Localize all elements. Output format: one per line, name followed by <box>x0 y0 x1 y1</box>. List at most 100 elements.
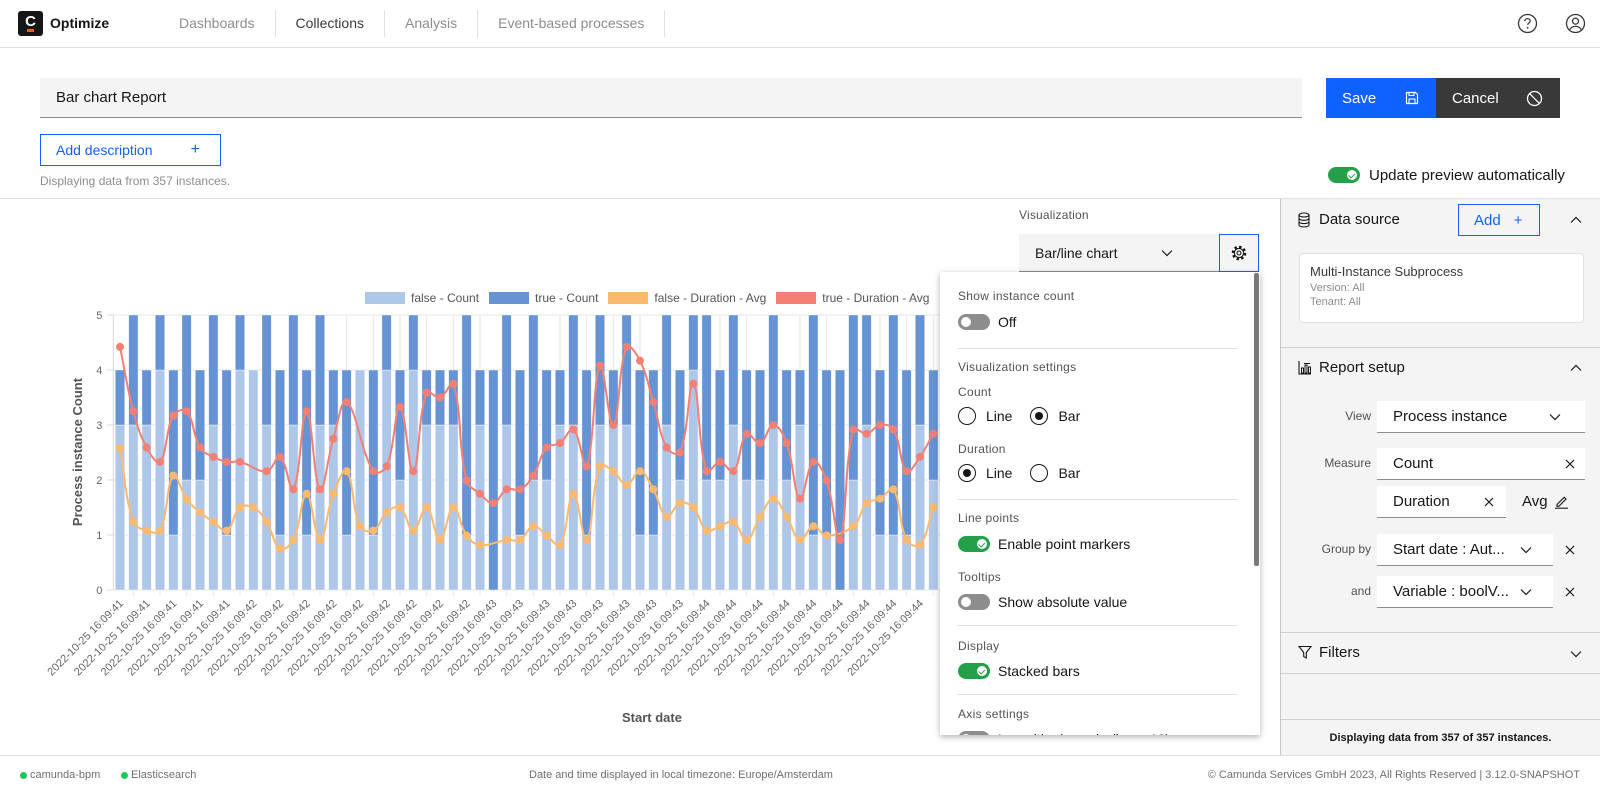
stacked-bars-row: Stacked bars <box>958 661 1080 681</box>
point-false-duration-avg <box>729 517 738 526</box>
y-tick-label: 1 <box>96 530 102 542</box>
add-description-label: Add description <box>56 142 153 158</box>
save-button[interactable]: Save <box>1326 78 1436 118</box>
visualization-dropdown[interactable]: Bar/line chart <box>1019 234 1219 272</box>
measure-duration-field[interactable]: Duration <box>1377 486 1506 518</box>
bar-false-count <box>728 424 739 591</box>
nav-event-based-processes[interactable]: Event-based processes <box>478 10 666 37</box>
bar-false-count <box>781 479 792 591</box>
point-true-duration-avg <box>929 429 938 438</box>
nav-dashboards[interactable]: Dashboards <box>144 10 276 37</box>
duration-type-label: Duration <box>958 439 1006 459</box>
duration-line-option[interactable]: Line <box>958 464 1012 482</box>
legend-item-false-count[interactable]: false - Count <box>365 291 479 305</box>
point-true-duration-avg <box>649 397 658 406</box>
measure-count-field[interactable]: Count <box>1377 448 1585 480</box>
add-description-button[interactable]: Add description + <box>40 134 221 166</box>
app-name[interactable]: Optimize <box>50 0 109 47</box>
camunda-logo[interactable]: C <box>18 11 43 36</box>
point-true-duration-avg <box>795 494 804 503</box>
bar-true-count <box>861 314 872 426</box>
chevron-down-icon[interactable] <box>1570 650 1582 658</box>
duration-bar-radio[interactable] <box>1030 464 1049 482</box>
legend-swatch <box>608 292 649 304</box>
bar-true-count <box>661 314 672 426</box>
bar-true-count <box>381 314 392 371</box>
remove-second-group-by-icon[interactable] <box>1565 587 1575 597</box>
report-title-input[interactable] <box>40 78 1302 118</box>
top-navigation-bar: C Optimize Dashboards Collections Analys… <box>0 0 1600 48</box>
database-icon <box>1298 212 1310 228</box>
help-icon[interactable] <box>1517 13 1538 34</box>
bar-true-count <box>808 314 819 536</box>
count-line-radio[interactable] <box>958 407 976 425</box>
process-tenant: Tenant: All <box>1310 296 1361 308</box>
bar-true-count <box>541 369 552 481</box>
field-label: Count <box>958 385 992 399</box>
point-false-duration-avg <box>142 526 151 535</box>
point-false-duration-avg <box>902 535 911 544</box>
log-scale-toggle[interactable] <box>958 731 990 735</box>
point-false-duration-avg <box>675 499 684 508</box>
user-icon[interactable] <box>1565 13 1586 34</box>
point-false-duration-avg <box>889 485 898 494</box>
nav-analysis[interactable]: Analysis <box>385 10 479 37</box>
chevron-down-icon <box>1520 546 1532 554</box>
group-by-select[interactable]: Start date : Aut... <box>1377 534 1553 566</box>
absolute-value-toggle[interactable] <box>958 594 990 610</box>
point-true-duration-avg <box>195 443 204 452</box>
point-false-duration-avg <box>582 535 591 544</box>
point-false-duration-avg <box>475 540 484 549</box>
remove-group-by-icon[interactable] <box>1565 545 1575 555</box>
chevron-up-icon[interactable] <box>1570 364 1582 372</box>
legend-item-true-duration-avg[interactable]: true - Duration - Avg <box>776 291 929 305</box>
point-true-duration-avg <box>822 476 831 485</box>
bar-false-count <box>261 424 272 591</box>
bar-true-count <box>141 369 152 426</box>
point-true-duration-avg <box>449 379 458 388</box>
bar-false-count <box>368 534 379 591</box>
remove-count-icon[interactable] <box>1565 459 1575 469</box>
cancel-button[interactable]: Cancel <box>1436 78 1560 118</box>
point-true-duration-avg <box>769 421 778 429</box>
popover-scrollbar[interactable] <box>1254 273 1259 566</box>
divider <box>958 499 1237 500</box>
point-false-duration-avg <box>875 494 884 503</box>
measure-label: Measure <box>1324 456 1371 470</box>
visualization-settings-button[interactable] <box>1219 234 1259 272</box>
filters-header[interactable]: Filters <box>1281 638 1600 668</box>
update-preview-toggle[interactable] <box>1328 167 1360 183</box>
remove-duration-icon[interactable] <box>1484 497 1494 507</box>
show-instance-count-toggle[interactable] <box>958 314 990 330</box>
duration-line-radio[interactable] <box>958 464 976 482</box>
point-false-duration-avg <box>155 526 164 535</box>
data-source-card[interactable]: Multi-Instance Subprocess Version: All T… <box>1299 253 1584 323</box>
stacked-bars-toggle[interactable] <box>958 663 990 679</box>
x-axis-title: Start date <box>622 710 682 725</box>
edit-aggregation-icon[interactable] <box>1554 494 1569 509</box>
view-select[interactable]: Process instance <box>1377 401 1585 433</box>
timezone-info: Date and time displayed in local timezon… <box>529 769 833 781</box>
bar-true-count <box>875 369 885 536</box>
divider <box>1281 632 1600 633</box>
update-preview-label: Update preview automatically <box>1369 166 1565 184</box>
bar-false-count <box>875 534 885 591</box>
bar-false-count <box>621 424 632 591</box>
point-false-duration-avg <box>315 535 324 544</box>
add-data-source-button[interactable]: Add + <box>1458 204 1540 236</box>
count-bar-option[interactable]: Bar <box>1030 407 1080 425</box>
legend-item-false-duration-avg[interactable]: false - Duration - Avg <box>608 291 766 305</box>
chevron-down-icon <box>1161 249 1173 257</box>
legend-item-true-count[interactable]: true - Count <box>489 291 598 305</box>
duration-bar-option[interactable]: Bar <box>1030 464 1080 482</box>
count-line-option[interactable]: Line <box>958 407 1012 425</box>
count-bar-radio[interactable] <box>1030 407 1049 425</box>
second-group-by-select[interactable]: Variable : boolV... <box>1377 576 1553 608</box>
point-false-duration-avg <box>929 503 938 512</box>
chevron-up-icon[interactable] <box>1570 216 1582 224</box>
nav-collections[interactable]: Collections <box>276 10 385 37</box>
section-label: Line points <box>958 511 1020 525</box>
point-markers-toggle[interactable] <box>958 536 990 552</box>
point-true-duration-avg <box>675 448 684 457</box>
y-tick-label: 2 <box>96 475 102 487</box>
